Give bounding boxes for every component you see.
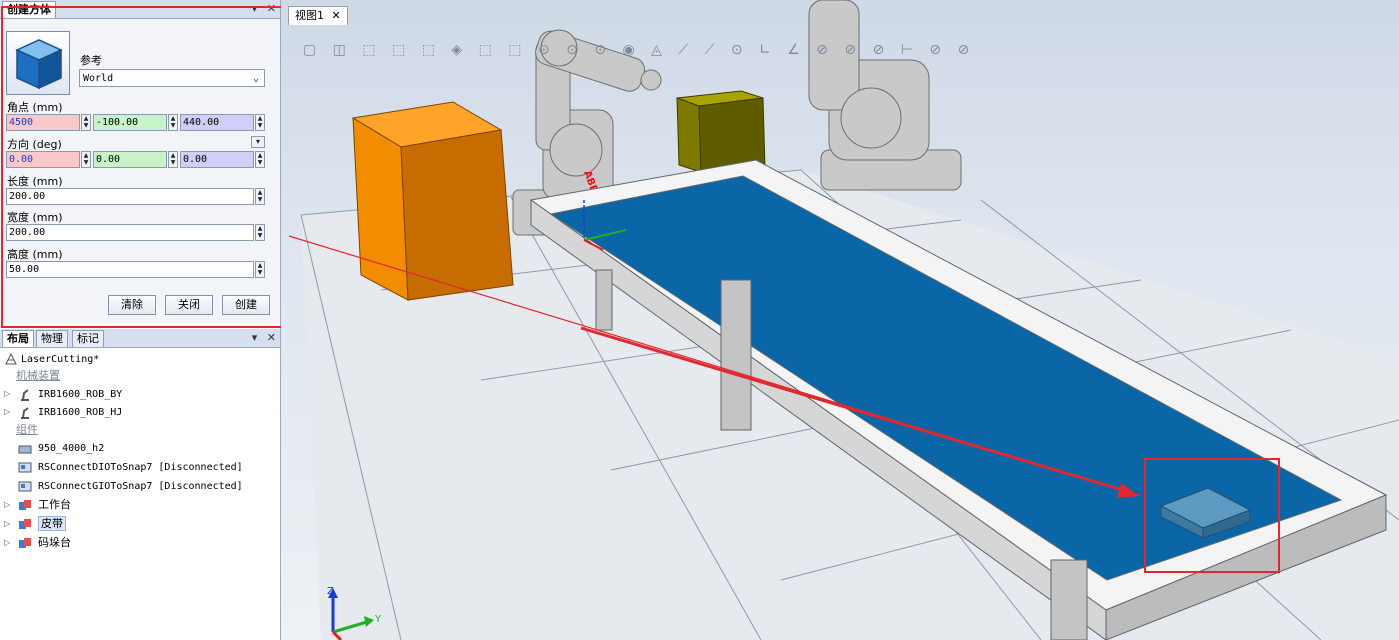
chevron-right-icon[interactable]: ▷ (4, 403, 12, 421)
view-tab[interactable]: 视图1 ✕ (288, 6, 348, 25)
part-icon (18, 441, 32, 455)
pin-icon[interactable]: ▾ (252, 331, 258, 344)
chevron-right-icon[interactable]: ▷ (4, 496, 12, 514)
station-node[interactable]: LaserCutting* (4, 350, 99, 368)
corner-y-spinner[interactable]: ▲ ▼ (168, 114, 178, 131)
create-box-tab[interactable]: 创建方体 (2, 1, 56, 18)
corner-z-input[interactable]: 440.00 (180, 114, 254, 131)
tree-item-robot-hj[interactable]: ▷ IRB1600_ROB_HJ (4, 403, 122, 421)
create-box-panel: 参考 World ⌄ 角点 (mm) 4500 ▲ ▼ -100.00 ▲ ▼ 44… (0, 19, 280, 323)
reference-label: 参考 (80, 54, 102, 67)
mechanisms-header: 机械装置 (16, 369, 60, 382)
tree-item-workbench[interactable]: ▷ 工作台 (4, 496, 71, 514)
close-icon[interactable]: ✕ (332, 9, 341, 22)
pin-icon[interactable]: ▾ (252, 2, 258, 15)
chevron-right-icon[interactable]: ▷ (4, 385, 12, 403)
view-tab-label: 视图1 (295, 9, 324, 22)
olive-box (676, 90, 766, 173)
chevron-down-icon: ⌄ (252, 73, 259, 84)
orient-z-input[interactable]: 0.00 (180, 151, 254, 168)
viewport-toolbar[interactable]: ▢ ◫ ⬚ ⬚ ⬚ ◈ ⬚ ⬚ ⊙ ⊙ ⊙ ◉ ◬ ⟋ ⟋ ⊙ ∟ ∠ ⊘ ⊘ … (303, 42, 975, 58)
tree-item-belt[interactable]: ▷ 皮带 (4, 515, 66, 533)
palletizer-label: 码垛台 (38, 536, 71, 549)
group-icon (18, 517, 32, 531)
components-header: 组件 (16, 423, 38, 436)
orange-box (351, 101, 514, 301)
close-icon[interactable]: ✕ (267, 2, 276, 15)
component-3-label: RSConnectGIOToSnap7 [Disconnected] (38, 481, 243, 492)
corner-label: 角点 (mm) (7, 101, 63, 114)
corner-x-spinner[interactable]: ▲ ▼ (81, 114, 91, 131)
length-spinner[interactable]: ▲ ▼ (255, 188, 265, 205)
robot-icon (18, 387, 32, 401)
chevron-right-icon[interactable]: ▷ (4, 515, 12, 533)
axis-y-label: Y (374, 614, 382, 625)
component-1-label: 950_4000_h2 (38, 443, 105, 454)
tab-tags[interactable]: 标记 (72, 330, 104, 347)
smart-component-icon (18, 460, 32, 474)
tree-item-robot-by[interactable]: ▷ IRB1600_ROB_BY (4, 385, 122, 403)
close-button[interactable]: 关闭 (165, 295, 213, 315)
tab-physics[interactable]: 物理 (36, 330, 68, 347)
orientation-expand-icon[interactable]: ▾ (251, 136, 265, 148)
tree-item-component-1[interactable]: 950_4000_h2 (18, 439, 104, 457)
width-spinner[interactable]: ▲ ▼ (255, 224, 265, 241)
station-label: LaserCutting* (21, 354, 100, 365)
orient-x-input[interactable]: 0.00 (6, 151, 80, 168)
component-2-label: RSConnectDIOToSnap7 [Disconnected] (38, 462, 243, 473)
left-dock: 创建方体 ▾ ✕ 参考 World ⌄ 角点 (mm) 4500 ▲ ▼ -100… (0, 0, 290, 640)
chevron-right-icon[interactable]: ▷ (4, 534, 12, 552)
width-input[interactable]: 200.00 (6, 224, 254, 241)
robot-icon (18, 405, 32, 419)
group-icon (18, 536, 32, 550)
width-label: 宽度 (mm) (7, 211, 63, 224)
reference-select[interactable]: World ⌄ (79, 69, 265, 87)
clear-button[interactable]: 清除 (108, 295, 156, 315)
close-icon[interactable]: ✕ (267, 331, 276, 344)
create-button[interactable]: 创建 (222, 295, 270, 315)
orient-y-spinner[interactable]: ▲ ▼ (168, 151, 178, 168)
create-box-header: 创建方体 ▾ ✕ (0, 0, 280, 19)
station-icon (4, 352, 18, 366)
scene-canvas: ABB Z Y (288, 0, 1399, 640)
height-spinner[interactable]: ▲ ▼ (255, 261, 265, 278)
orientation-label: 方向 (deg) (7, 138, 62, 151)
height-input[interactable]: 50.00 (6, 261, 254, 278)
tree-item-component-2[interactable]: RSConnectDIOToSnap7 [Disconnected] (18, 458, 243, 476)
orient-z-spinner[interactable]: ▲ ▼ (255, 151, 265, 168)
robot-right (808, 0, 962, 191)
length-label: 长度 (mm) (7, 175, 63, 188)
height-label: 高度 (mm) (7, 248, 63, 261)
robot-hj-label: IRB1600_ROB_HJ (38, 407, 123, 418)
tree-item-palletizer[interactable]: ▷ 码垛台 (4, 534, 71, 552)
cube-icon (6, 31, 70, 95)
create-box-header-buttons: ▾ ✕ (246, 0, 276, 18)
workbench-label: 工作台 (38, 498, 71, 511)
length-input[interactable]: 200.00 (6, 188, 254, 205)
smart-component-icon (18, 479, 32, 493)
tab-layout[interactable]: 布局 (2, 330, 34, 347)
corner-y-input[interactable]: -100.00 (93, 114, 167, 131)
viewport-3d[interactable]: ABB Z Y (281, 0, 1399, 640)
axis-z-label: Z (327, 586, 334, 597)
robot-by-label: IRB1600_ROB_BY (38, 389, 123, 400)
belt-label: 皮带 (38, 516, 66, 531)
orient-x-spinner[interactable]: ▲ ▼ (81, 151, 91, 168)
layout-tabs-header: 布局 物理 标记 ▾ ✕ (0, 329, 280, 348)
corner-x-input[interactable]: 4500 (6, 114, 80, 131)
reference-value: World (83, 73, 114, 84)
layout-header-buttons: ▾ ✕ (246, 329, 276, 347)
orient-y-input[interactable]: 0.00 (93, 151, 167, 168)
group-icon (18, 498, 32, 512)
corner-z-spinner[interactable]: ▲ ▼ (255, 114, 265, 131)
tree-item-component-3[interactable]: RSConnectGIOToSnap7 [Disconnected] (18, 477, 243, 495)
